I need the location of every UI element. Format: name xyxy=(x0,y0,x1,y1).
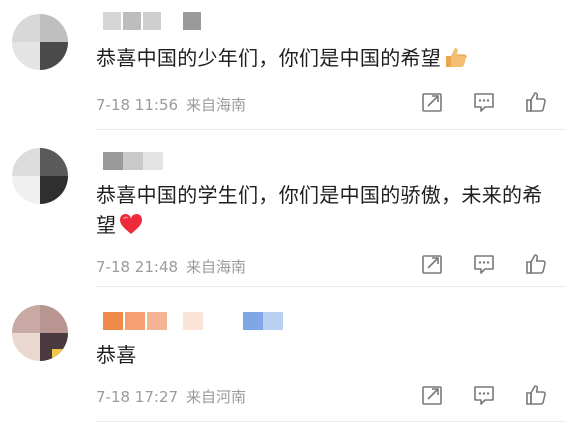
comment-meta: 7-18 11:56 来自海南 xyxy=(96,94,254,115)
comment-actions xyxy=(420,383,548,407)
comment-icon[interactable] xyxy=(472,90,496,114)
comment-item: 恭喜 7-18 17:27 来自河南 xyxy=(0,287,566,423)
username-masked[interactable] xyxy=(103,12,213,30)
share-icon[interactable] xyxy=(420,90,444,114)
comment-text: 恭喜 xyxy=(96,340,556,370)
comment-location: 来自海南 xyxy=(186,258,247,276)
avatar[interactable] xyxy=(12,14,68,70)
avatar[interactable] xyxy=(12,148,68,204)
comment-text-content: 恭喜中国的少年们，你们是中国的希望 xyxy=(96,46,442,70)
comment-meta: 7-18 21:48 来自海南 xyxy=(96,256,254,277)
divider xyxy=(96,421,566,422)
comment-meta: 7-18 17:27 来自河南 xyxy=(96,386,254,407)
comment-icon[interactable] xyxy=(472,252,496,276)
comment-text: 恭喜中国的学生们，你们是中国的骄傲，未来的希望 xyxy=(96,180,556,243)
username-masked[interactable] xyxy=(103,312,283,330)
share-icon[interactable] xyxy=(420,383,444,407)
comment-item: 恭喜中国的学生们，你们是中国的骄傲，未来的希望 7-18 21:48 来自海南 xyxy=(0,130,566,285)
comment-actions xyxy=(420,90,548,114)
comment-location: 来自海南 xyxy=(186,96,247,114)
comment-time: 7-18 17:27 xyxy=(96,388,179,406)
red-heart-icon xyxy=(119,213,143,243)
username-masked[interactable] xyxy=(103,152,173,170)
thumbs-up-icon xyxy=(444,46,468,76)
comment-text: 恭喜中国的少年们，你们是中国的希望 xyxy=(96,43,556,76)
comment-text-content: 恭喜 xyxy=(96,343,137,367)
comment-icon[interactable] xyxy=(472,383,496,407)
avatar[interactable] xyxy=(12,305,68,361)
comment-actions xyxy=(420,252,548,276)
comment-text-content: 恭喜中国的学生们，你们是中国的骄傲，未来的希望 xyxy=(96,183,543,237)
comment-time: 7-18 21:48 xyxy=(96,258,179,276)
comment-location: 来自河南 xyxy=(186,388,247,406)
comment-time: 7-18 11:56 xyxy=(96,96,179,114)
comment-item: 恭喜中国的少年们，你们是中国的希望 7-18 11:56 来自海南 xyxy=(0,0,566,130)
like-icon[interactable] xyxy=(524,252,548,276)
like-icon[interactable] xyxy=(524,90,548,114)
share-icon[interactable] xyxy=(420,252,444,276)
like-icon[interactable] xyxy=(524,383,548,407)
